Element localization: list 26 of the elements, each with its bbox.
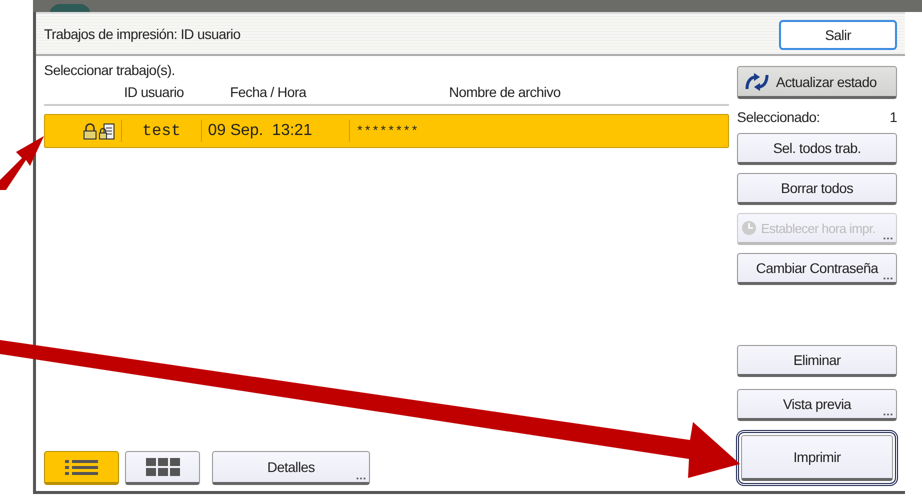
view-toggle[interactable] bbox=[44, 451, 119, 485]
clock-icon bbox=[741, 220, 757, 236]
selected-count: 1 bbox=[890, 109, 897, 125]
column-header: ID usuario bbox=[123, 84, 185, 100]
column-header: Fecha / Hora bbox=[229, 84, 308, 100]
exit-button[interactable]: Salir bbox=[779, 20, 897, 50]
details-button[interactable]: Detalles bbox=[212, 451, 370, 485]
column-header: Nombre de archivo bbox=[448, 84, 562, 100]
grid-view-icon bbox=[146, 458, 180, 476]
action-button[interactable]: Borrar todos bbox=[737, 173, 897, 205]
table-cell: 09 Sep. 13:21 bbox=[201, 120, 349, 142]
action-button[interactable]: Cambiar Contraseña bbox=[737, 253, 897, 285]
view-toggle[interactable] bbox=[125, 451, 200, 485]
instruction-text: Seleccionar trabajo(s). bbox=[44, 62, 176, 78]
action-button[interactable]: Sel. todos trab. bbox=[737, 133, 897, 165]
table-cell: test bbox=[121, 120, 201, 142]
action-button[interactable]: Vista previa bbox=[737, 389, 897, 421]
table-cell: ******** bbox=[349, 120, 424, 142]
window-title: Trabajos de impresión: ID usuario bbox=[44, 26, 240, 42]
job-row[interactable]: test 09 Sep. 13:21 ******** bbox=[44, 114, 729, 148]
refresh-icon bbox=[744, 72, 770, 90]
selected-label: Seleccionado: bbox=[737, 109, 820, 125]
locked-document-icon bbox=[99, 122, 115, 140]
action-button[interactable]: Eliminar bbox=[737, 345, 897, 377]
list-view-icon bbox=[64, 459, 98, 475]
refresh-button[interactable]: Actualizar estado bbox=[737, 66, 897, 99]
